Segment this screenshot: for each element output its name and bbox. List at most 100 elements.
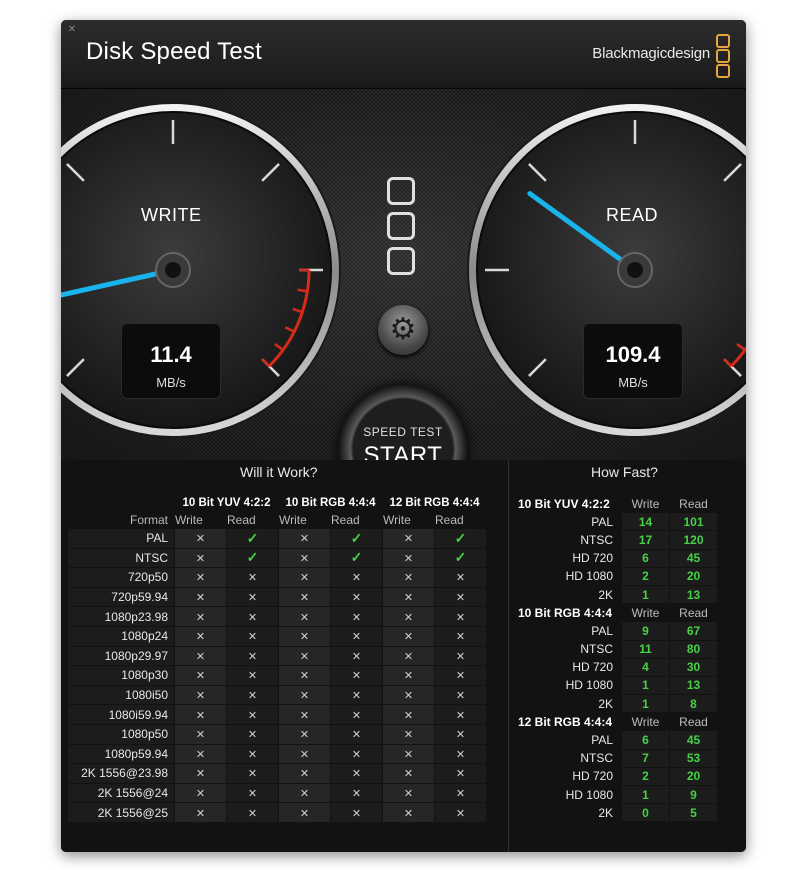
write-fps-value: 4 xyxy=(622,658,669,676)
read-readout: 109.4 MB/s xyxy=(583,323,683,399)
table-row: 1080p29.97 ✕ ✕ ✕ ✕ ✕ ✕ xyxy=(68,646,486,666)
status-cell: ✕ xyxy=(227,666,278,685)
status-cell: ✕ xyxy=(331,666,382,685)
status-cell: ✕ xyxy=(227,607,278,626)
format-label: 1080p50 xyxy=(68,724,174,744)
status-cell: ✕ xyxy=(175,607,226,626)
format-label: 1080i59.94 xyxy=(68,705,174,724)
status-cell: ✕ xyxy=(227,685,278,705)
status-cell: ✓ xyxy=(435,529,486,548)
app-title: Disk Speed Test xyxy=(86,38,262,65)
cross-icon: ✕ xyxy=(299,611,310,624)
cross-icon: ✕ xyxy=(351,729,362,742)
cross-icon: ✕ xyxy=(195,650,206,663)
section-divider xyxy=(508,460,509,852)
write-fps-value: 9 xyxy=(622,622,669,640)
status-cell: ✕ xyxy=(331,803,382,822)
status-cell: ✕ xyxy=(279,783,330,803)
table-row: NTSC 17 120 xyxy=(514,531,717,549)
cross-icon: ✕ xyxy=(455,807,466,820)
status-cell: ✕ xyxy=(279,587,330,607)
status-cell: ✕ xyxy=(175,666,226,685)
table-row: 2K 1 13 xyxy=(514,585,717,604)
cross-icon: ✕ xyxy=(195,709,206,722)
read-fps-value: 53 xyxy=(670,749,717,767)
cross-icon: ✕ xyxy=(247,729,258,742)
write-fps-value: 17 xyxy=(622,531,669,549)
cross-icon: ✕ xyxy=(351,788,362,801)
group-header: 12 Bit RGB 4:4:4 xyxy=(389,497,480,509)
status-cell: ✕ xyxy=(175,587,226,607)
cross-icon: ✕ xyxy=(299,592,310,605)
cross-icon: ✕ xyxy=(455,631,466,644)
cross-icon: ✕ xyxy=(351,572,362,585)
status-cell: ✕ xyxy=(175,744,226,764)
status-cell: ✕ xyxy=(227,764,278,783)
status-cell: ✕ xyxy=(175,705,226,724)
table-row: PAL 9 67 xyxy=(514,622,717,640)
cross-icon: ✕ xyxy=(195,670,206,683)
status-cell: ✕ xyxy=(331,607,382,626)
cross-icon: ✕ xyxy=(403,552,414,565)
format-label: 1080p24 xyxy=(68,626,174,646)
read-fps-value: 101 xyxy=(670,513,717,531)
cross-icon: ✕ xyxy=(455,690,466,703)
table-row: 2K 0 5 xyxy=(514,804,717,822)
format-label: HD 1080 xyxy=(565,678,613,693)
format-header: Format xyxy=(129,513,168,527)
format-label: HD 720 xyxy=(572,551,613,566)
status-cell: ✕ xyxy=(279,744,330,764)
format-label: 720p50 xyxy=(68,568,174,587)
status-cell: ✕ xyxy=(279,764,330,783)
read-gauge-label: READ xyxy=(606,205,659,225)
close-icon[interactable]: ✕ xyxy=(67,25,77,35)
write-speed-unit: MB/s xyxy=(156,375,186,390)
cross-icon: ✕ xyxy=(195,552,206,565)
cross-icon: ✕ xyxy=(351,650,362,663)
group-header: 12 Bit RGB 4:4:4 xyxy=(518,714,613,729)
status-cell: ✕ xyxy=(279,803,330,822)
table-row: NTSC 7 53 xyxy=(514,749,717,767)
cross-icon: ✕ xyxy=(455,572,466,585)
cross-icon: ✕ xyxy=(195,592,206,605)
status-cell: ✕ xyxy=(331,724,382,744)
write-readout: 11.4 MB/s xyxy=(121,323,221,399)
cross-icon: ✕ xyxy=(455,748,466,761)
read-column-header: Read xyxy=(435,513,464,527)
status-cell: ✕ xyxy=(227,568,278,587)
read-fps-value: 45 xyxy=(670,549,717,567)
table-row: NTSC 11 80 xyxy=(514,640,717,658)
cross-icon: ✕ xyxy=(403,533,414,546)
will-it-work-title: Will it Work? xyxy=(240,464,318,480)
cross-icon: ✕ xyxy=(247,611,258,624)
status-cell: ✕ xyxy=(279,646,330,666)
status-cell: ✕ xyxy=(435,783,486,803)
cross-icon: ✕ xyxy=(299,768,310,781)
cross-icon: ✕ xyxy=(195,788,206,801)
status-cell: ✕ xyxy=(383,666,434,685)
format-label: HD 720 xyxy=(572,660,613,675)
write-fps-value: 2 xyxy=(622,767,669,785)
status-cell: ✕ xyxy=(279,626,330,646)
read-fps-value: 20 xyxy=(670,767,717,785)
cross-icon: ✕ xyxy=(455,788,466,801)
status-cell: ✓ xyxy=(331,548,382,568)
write-fps-value: 0 xyxy=(622,804,669,822)
table-row: HD 720 4 30 xyxy=(514,658,717,676)
settings-gear-icon[interactable]: ⚙ xyxy=(378,305,428,355)
cross-icon: ✕ xyxy=(195,768,206,781)
table-row: 2K 1556@25 ✕ ✕ ✕ ✕ ✕ ✕ xyxy=(68,803,486,822)
cross-icon: ✕ xyxy=(247,709,258,722)
format-label: 2K 1556@23.98 xyxy=(68,764,174,783)
status-cell: ✕ xyxy=(331,646,382,666)
table-row: 1080p30 ✕ ✕ ✕ ✕ ✕ ✕ xyxy=(68,666,486,685)
cross-icon: ✕ xyxy=(351,690,362,703)
status-cell: ✕ xyxy=(175,529,226,548)
format-label: NTSC xyxy=(580,532,613,547)
cross-icon: ✕ xyxy=(195,611,206,624)
cross-icon: ✕ xyxy=(299,748,310,761)
table-row: 1080i50 ✕ ✕ ✕ ✕ ✕ ✕ xyxy=(68,685,486,705)
blackmagic-logo-icon xyxy=(387,177,417,282)
cross-icon: ✕ xyxy=(247,748,258,761)
cross-icon: ✕ xyxy=(403,690,414,703)
